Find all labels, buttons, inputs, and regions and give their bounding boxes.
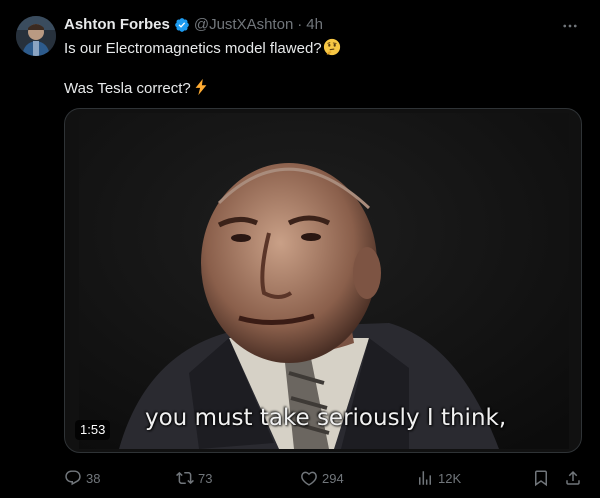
tweet-text-line-1: Is our Electromagnetics model flawed?: [64, 38, 341, 62]
repost-button[interactable]: 73: [176, 468, 212, 488]
bookmark-button[interactable]: [532, 468, 550, 488]
tweet-text: Is our Electromagnetics model flawed?: [64, 40, 322, 57]
reply-icon: [65, 470, 81, 486]
tweet-text: Was Tesla correct?: [64, 80, 191, 97]
tweet-header: Ashton Forbes @JustXAshton · 4h: [64, 14, 323, 36]
views-button[interactable]: 12K: [416, 468, 461, 488]
lightning-emoji-icon: [192, 78, 210, 102]
repost-count: 73: [198, 470, 213, 486]
verified-badge-icon: [174, 17, 190, 33]
avatar[interactable]: [16, 16, 56, 56]
like-count: 294: [322, 470, 344, 486]
thinking-face-emoji-icon: [323, 38, 341, 62]
repost-icon: [176, 471, 194, 485]
timestamp[interactable]: 4h: [306, 15, 323, 35]
user-handle[interactable]: @JustXAshton: [194, 15, 293, 35]
like-button[interactable]: 294: [300, 468, 344, 488]
views-count: 12K: [438, 470, 462, 486]
share-button[interactable]: [564, 468, 582, 488]
more-options-button[interactable]: [558, 14, 582, 38]
views-chart-icon: [419, 471, 431, 485]
share-icon: [566, 470, 580, 485]
display-name[interactable]: Ashton Forbes: [64, 15, 170, 35]
heart-icon: [301, 471, 317, 486]
more-icon: [563, 24, 577, 28]
reply-count: 38: [86, 470, 101, 486]
video-thumbnail[interactable]: [79, 113, 569, 449]
video-duration-badge: 1:53: [75, 420, 111, 440]
separator-dot: ·: [297, 16, 303, 33]
tweet-text-line-2: Was Tesla correct?: [64, 78, 210, 102]
reply-button[interactable]: 38: [64, 468, 100, 488]
tweet-actions: 38 73 294 12K: [64, 464, 584, 492]
video-subtitle: you must take seriously I think,: [145, 405, 507, 431]
tweet[interactable]: Ashton Forbes @JustXAshton · 4h Is our E…: [0, 0, 600, 498]
bookmark-icon: [535, 470, 547, 487]
video-player[interactable]: you must take seriously I think, 1:53: [64, 108, 582, 453]
